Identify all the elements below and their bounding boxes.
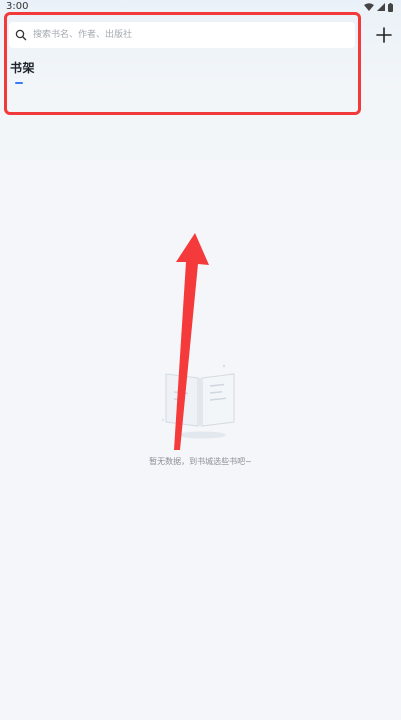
search-input[interactable]: 搜索书名、作者、出版社 xyxy=(9,22,355,48)
red-arrow-annotation xyxy=(174,233,209,450)
tab-active-indicator xyxy=(15,82,23,84)
status-icons xyxy=(364,2,393,12)
empty-state-message: 暂无数据，到书城选些书吧~ xyxy=(149,457,252,466)
battery-icon xyxy=(388,2,393,12)
status-bar: 3:00 xyxy=(0,0,401,16)
search-icon xyxy=(15,29,27,41)
search-placeholder: 搜索书名、作者、出版社 xyxy=(33,30,133,40)
bookshelf-screen: 3:00 搜索书名、作者、出版社 书架 暂无数据，到书城选些书吧~ xyxy=(0,0,401,720)
tab-bookshelf[interactable]: 书架 xyxy=(10,60,35,76)
wifi-icon xyxy=(364,3,374,11)
status-time: 3:00 xyxy=(6,1,29,12)
empty-book-illustration xyxy=(162,364,235,439)
plus-icon[interactable] xyxy=(375,26,393,44)
signal-icon xyxy=(377,3,385,11)
